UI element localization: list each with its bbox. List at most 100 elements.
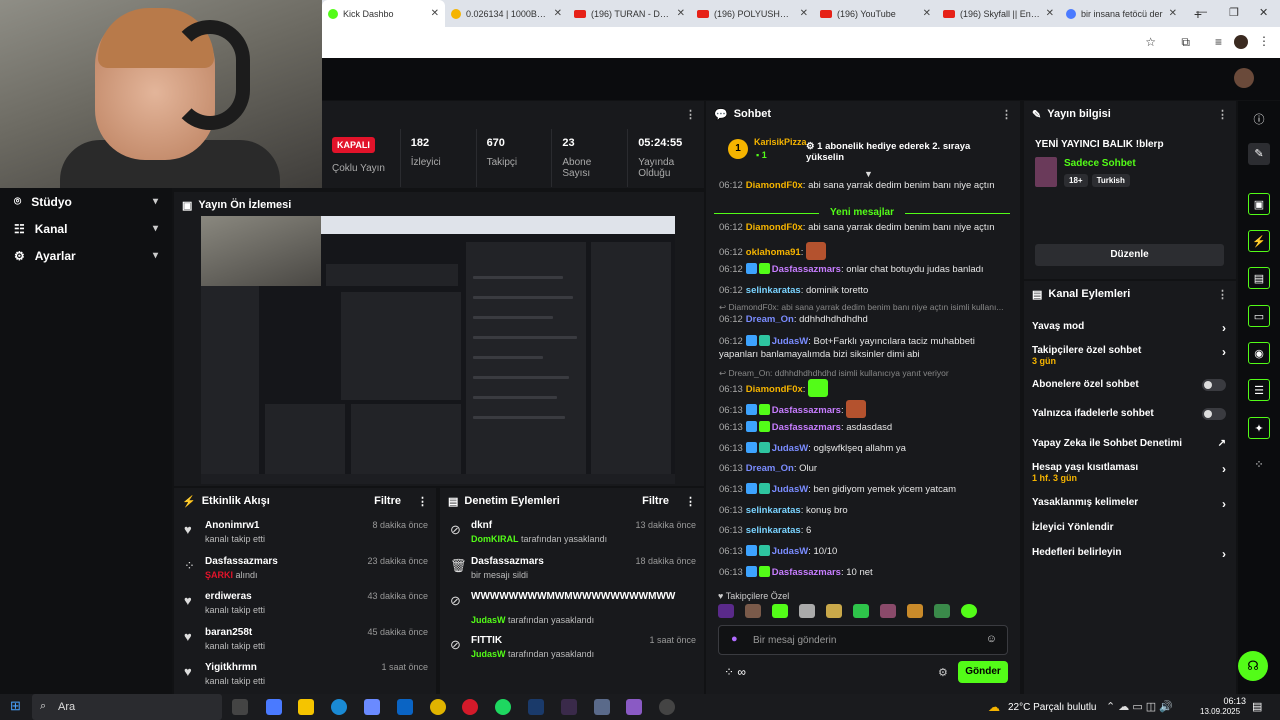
chrome-icon[interactable] bbox=[430, 699, 446, 715]
browser-tab[interactable]: (196) TURAN - DOM ✕ bbox=[568, 0, 691, 27]
edit-button[interactable]: Düzenle bbox=[1035, 244, 1224, 266]
spotify-icon[interactable] bbox=[495, 699, 511, 715]
more-options-icon[interactable]: ⋮ bbox=[1217, 108, 1228, 121]
channel-action-item[interactable]: Yavaş mod › bbox=[1032, 321, 1226, 335]
file-explorer-icon[interactable] bbox=[298, 699, 314, 715]
category-name[interactable]: Sadece Sohbet bbox=[1064, 158, 1136, 169]
pinned-gift-leaderboard[interactable]: 1 KarisikPizza ▪ 1 ⚙ 1 abonelik hediye e… bbox=[716, 133, 1010, 179]
close-tab-icon[interactable]: ✕ bbox=[923, 8, 931, 19]
close-tab-icon[interactable]: ✕ bbox=[677, 8, 685, 19]
sidebar-item-studio[interactable]: ⌾ Stüdyo ▾ bbox=[0, 188, 172, 215]
copilot-icon[interactable] bbox=[266, 699, 282, 715]
chat-message[interactable]: 06:12 DiamondF0x: abi sana yarrak dedim b… bbox=[719, 179, 1004, 192]
obs-icon[interactable] bbox=[659, 699, 675, 715]
app-icon[interactable] bbox=[561, 699, 577, 715]
channel-action-item[interactable]: Hesap yaşı kısıtlaması 1 hf. 3 gün › bbox=[1032, 462, 1226, 483]
wrench-icon[interactable]: ✦ bbox=[1248, 417, 1270, 439]
filter-button[interactable]: Filtre bbox=[642, 495, 669, 507]
emote-button[interactable] bbox=[799, 604, 815, 618]
channel-action-item[interactable]: Hedefleri belirleyin › bbox=[1032, 547, 1226, 561]
browser-tab[interactable]: 0.026134 | 1000BON ✕ bbox=[445, 0, 568, 27]
moderation-item[interactable]: ⊘ FITTIK JudasW tarafından yasaklandı 1 saa… bbox=[440, 629, 704, 665]
channel-action-item[interactable]: Yasaklanmış kelimeler › bbox=[1032, 497, 1226, 511]
chat-message[interactable]: 06:12 JudasW: Bot+Farklı yayıncılara taci… bbox=[719, 335, 1004, 361]
opera-icon[interactable] bbox=[462, 699, 478, 715]
task-view-icon[interactable] bbox=[232, 699, 248, 715]
layout-icon[interactable]: ☰ bbox=[1248, 379, 1270, 401]
more-options-icon[interactable]: ⋮ bbox=[417, 495, 428, 508]
browser-tab[interactable]: (196) YouTube ✕ bbox=[814, 0, 937, 27]
close-window-button[interactable]: ✕ bbox=[1259, 6, 1268, 19]
browser-tab[interactable]: (196) Skyfall || Enjoy ✕ bbox=[937, 0, 1060, 27]
profile-avatar[interactable] bbox=[1234, 35, 1248, 49]
microphone-icon[interactable]: ● bbox=[731, 633, 738, 645]
collapse-icon[interactable]: ▼ bbox=[864, 169, 873, 179]
toggle-switch[interactable] bbox=[1202, 379, 1226, 391]
user-avatar[interactable] bbox=[1234, 68, 1254, 88]
chat-settings-icon[interactable]: ⚙ bbox=[938, 666, 948, 679]
close-tab-icon[interactable]: ✕ bbox=[800, 8, 808, 19]
browser-tab[interactable]: bir insana fetöcü der ✕ bbox=[1060, 0, 1183, 27]
moderation-item[interactable]: ⊘ dknf DomKIRAL tarafından yasaklandı 13 da… bbox=[440, 514, 704, 550]
clock-time[interactable]: 06:13 bbox=[1210, 696, 1246, 706]
chat-message-input[interactable]: ● Bir mesaj gönderin ☺ bbox=[718, 625, 1008, 655]
channel-action-item[interactable]: Abonelere özel sohbet bbox=[1032, 379, 1226, 391]
chat-message[interactable]: 06:12 Dasfassazmars: onlar chat botuydu j… bbox=[719, 263, 1004, 276]
more-options-icon[interactable]: ⋮ bbox=[1001, 108, 1012, 121]
toggle-switch[interactable] bbox=[1202, 408, 1226, 420]
extensions-icon[interactable]: ⧉ bbox=[1181, 35, 1190, 50]
emote-button[interactable] bbox=[961, 604, 977, 618]
close-tab-icon[interactable]: ✕ bbox=[1169, 8, 1177, 19]
chat-message[interactable]: 06:13 selinkaratas: 6 bbox=[719, 524, 1004, 537]
chat-message[interactable]: 06:13 Dream_On: Olur bbox=[719, 462, 1004, 475]
preview-icon[interactable]: ▣ bbox=[1248, 193, 1270, 215]
menu-icon[interactable]: ⋮ bbox=[1258, 34, 1270, 48]
more-options-icon[interactable]: ⋮ bbox=[685, 108, 696, 121]
weather-text[interactable]: 22°C Parçalı bulutlu bbox=[1008, 702, 1097, 713]
close-tab-icon[interactable]: ✕ bbox=[1046, 8, 1054, 19]
emote-button[interactable] bbox=[718, 604, 734, 618]
emote-button[interactable] bbox=[745, 604, 761, 618]
activity-item[interactable]: ♥ erdiweras kanalı takip etti 43 dakika önc… bbox=[174, 585, 436, 621]
store-icon[interactable] bbox=[364, 699, 380, 715]
chat-message[interactable]: 06:13 JudasW: oglşwfklşeq allahm ya bbox=[719, 442, 1004, 455]
channel-action-item[interactable]: Yapay Zeka ile Sohbet Denetimi ↗ bbox=[1032, 438, 1226, 449]
chat-message[interactable]: 06:13 Dasfassazmars: asdasdasd bbox=[719, 421, 1004, 434]
chat-message[interactable]: 06:13 JudasW: 10/10 bbox=[719, 545, 1004, 558]
browser-tab[interactable]: Kick Dashbo ✕ bbox=[322, 0, 445, 27]
activity-item[interactable]: ♥ Anonimrw1 kanalı takip etti 8 dakika önce bbox=[174, 514, 436, 550]
taskbar-search[interactable]: ⌕ Ara bbox=[32, 694, 222, 720]
moderation-item[interactable]: ⊘ WWWWWWWWMWMWWWWWWWWMWW JudasW tarafından… bbox=[440, 585, 704, 629]
media-icon[interactable]: ≡ bbox=[1215, 35, 1222, 49]
more-options-icon[interactable]: ⋮ bbox=[685, 495, 696, 508]
channel-action-item[interactable]: Takipçilere özel sohbet 3 gün › bbox=[1032, 345, 1226, 366]
pencil-icon[interactable]: ✎ bbox=[1248, 143, 1270, 165]
tray-icons[interactable]: ⌃ ☁ ▭ ◫ 🔊 bbox=[1106, 700, 1173, 713]
chat-tools-icon[interactable]: ⁘ ∞ bbox=[724, 665, 746, 679]
sidebar-item-channel[interactable]: ☷ Kanal ▾ bbox=[0, 215, 172, 242]
emote-button[interactable] bbox=[826, 604, 842, 618]
steam-icon[interactable] bbox=[528, 699, 544, 715]
moderation-item[interactable]: 🗑 Dasfassazmars bir mesajı sildi 18 dakika … bbox=[440, 550, 704, 586]
channel-action-item[interactable]: Yalnızca ifadelerle sohbet bbox=[1032, 408, 1226, 420]
maximize-button[interactable]: ❐ bbox=[1229, 6, 1239, 19]
support-icon[interactable]: ☊ bbox=[1238, 651, 1268, 681]
chat-icon[interactable]: ▭ bbox=[1248, 305, 1270, 327]
chat-message[interactable]: 06:13 Dasfassazmars: 10 net bbox=[719, 566, 1004, 579]
broadcast-icon[interactable]: ◉ bbox=[1248, 342, 1270, 364]
app-icon[interactable] bbox=[594, 699, 610, 715]
edge-icon[interactable] bbox=[331, 699, 347, 715]
activity-item[interactable]: ⁘ Dasfassazmars ŞARKI alındı 23 dakika önce bbox=[174, 550, 436, 586]
chat-message[interactable]: 06:12 selinkaratas: dominik toretto bbox=[719, 284, 1004, 297]
sidebar-item-settings[interactable]: ⚙ Ayarlar ▾ bbox=[0, 242, 172, 269]
stream-preview-video[interactable] bbox=[201, 216, 675, 484]
list-icon[interactable]: ▤ bbox=[1248, 267, 1270, 289]
info-icon[interactable]: ⓘ bbox=[1248, 109, 1270, 131]
more-options-icon[interactable]: ⋮ bbox=[1217, 288, 1228, 301]
close-tab-icon[interactable]: ✕ bbox=[554, 8, 562, 19]
activity-item[interactable]: ♥ baran258t kanalı takip etti 45 dakika önc… bbox=[174, 621, 436, 657]
notification-icon[interactable]: ▤ bbox=[1252, 700, 1262, 713]
dots-icon[interactable]: ⁘ bbox=[1248, 454, 1270, 476]
send-button[interactable]: Gönder bbox=[958, 661, 1008, 683]
outlook-icon[interactable] bbox=[397, 699, 413, 715]
